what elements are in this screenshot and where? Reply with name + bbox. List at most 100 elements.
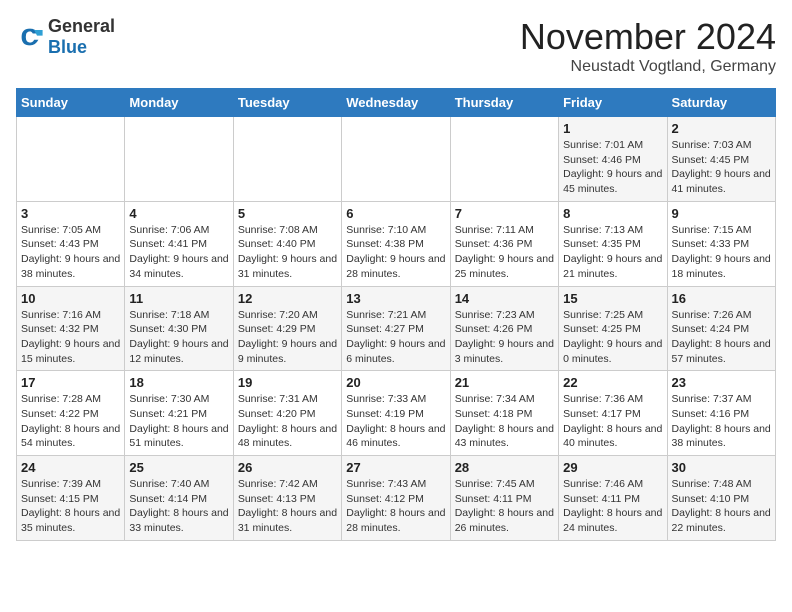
calendar-cell: [450, 117, 558, 202]
logo-blue: Blue: [48, 37, 87, 57]
calendar-cell: 29Sunrise: 7:46 AMSunset: 4:11 PMDayligh…: [559, 456, 667, 541]
day-info: Sunrise: 7:15 AMSunset: 4:33 PMDaylight:…: [672, 223, 771, 282]
calendar-cell: 26 Sunrise: 7:42 AMSunset: 4:13 PMDayligh…: [233, 456, 341, 541]
day-info: Sunrise: 7:01 AMSunset: 4:46 PMDaylight:…: [563, 138, 662, 197]
day-info: Sunrise: 7:48 AMSunset: 4:10 PMDaylight:…: [672, 477, 771, 536]
header-cell-tuesday: Tuesday: [233, 89, 341, 117]
header-cell-friday: Friday: [559, 89, 667, 117]
calendar-cell: 13 Sunrise: 7:21 AMSunset: 4:27 PMDayligh…: [342, 286, 450, 371]
week-row-1: 1 Sunrise: 7:01 AMSunset: 4:46 PMDaylight…: [17, 117, 776, 202]
day-number: 9: [672, 206, 771, 221]
title-area: November 2024 Neustadt Vogtland, Germany: [520, 16, 776, 76]
calendar-cell: 3Sunrise: 7:05 AMSunset: 4:43 PMDaylight…: [17, 201, 125, 286]
header-cell-sunday: Sunday: [17, 89, 125, 117]
day-number: 23: [672, 375, 771, 390]
day-number: 13: [346, 291, 445, 306]
day-number: 7: [455, 206, 554, 221]
week-row-5: 24 Sunrise: 7:39 AMSunset: 4:15 PMDayligh…: [17, 456, 776, 541]
calendar-cell: 20 Sunrise: 7:33 AMSunset: 4:19 PMDayligh…: [342, 371, 450, 456]
day-info: Sunrise: 7:36 AMSunset: 4:17 PMDaylight:…: [563, 392, 662, 451]
calendar-cell: 22 Sunrise: 7:36 AMSunset: 4:17 PMDayligh…: [559, 371, 667, 456]
day-info: Sunrise: 7:31 AMSunset: 4:20 PMDaylight:…: [238, 392, 337, 451]
calendar-cell: 4 Sunrise: 7:06 AMSunset: 4:41 PMDaylight…: [125, 201, 233, 286]
day-number: 21: [455, 375, 554, 390]
calendar-cell: 10 Sunrise: 7:16 AMSunset: 4:32 PMDayligh…: [17, 286, 125, 371]
day-info: Sunrise: 7:13 AMSunset: 4:35 PMDaylight:…: [563, 223, 662, 282]
day-info: Sunrise: 7:18 AMSunset: 4:30 PMDaylight:…: [129, 308, 228, 367]
calendar-cell: 17Sunrise: 7:28 AMSunset: 4:22 PMDayligh…: [17, 371, 125, 456]
day-info: Sunrise: 7:11 AMSunset: 4:36 PMDaylight:…: [455, 223, 554, 282]
day-number: 15: [563, 291, 662, 306]
calendar-cell: 25 Sunrise: 7:40 AMSunset: 4:14 PMDayligh…: [125, 456, 233, 541]
week-row-2: 3Sunrise: 7:05 AMSunset: 4:43 PMDaylight…: [17, 201, 776, 286]
logo-text: General Blue: [48, 16, 115, 58]
day-info: Sunrise: 7:34 AMSunset: 4:18 PMDaylight:…: [455, 392, 554, 451]
logo-general: General: [48, 16, 115, 36]
day-number: 26: [238, 460, 337, 475]
day-number: 3: [21, 206, 120, 221]
header-cell-saturday: Saturday: [667, 89, 775, 117]
day-number: 29: [563, 460, 662, 475]
calendar-cell: 15 Sunrise: 7:25 AMSunset: 4:25 PMDayligh…: [559, 286, 667, 371]
day-info: Sunrise: 7:30 AMSunset: 4:21 PMDaylight:…: [129, 392, 228, 451]
calendar-cell: 16 Sunrise: 7:26 AMSunset: 4:24 PMDayligh…: [667, 286, 775, 371]
day-info: Sunrise: 7:42 AMSunset: 4:13 PMDaylight:…: [238, 477, 337, 536]
week-row-3: 10 Sunrise: 7:16 AMSunset: 4:32 PMDayligh…: [17, 286, 776, 371]
calendar-cell: [17, 117, 125, 202]
day-number: 18: [129, 375, 228, 390]
day-number: 19: [238, 375, 337, 390]
calendar-table: SundayMondayTuesdayWednesdayThursdayFrid…: [16, 88, 776, 541]
logo-icon: [16, 23, 44, 51]
day-number: 1: [563, 121, 662, 136]
day-number: 16: [672, 291, 771, 306]
day-info: Sunrise: 7:21 AMSunset: 4:27 PMDaylight:…: [346, 308, 445, 367]
day-info: Sunrise: 7:40 AMSunset: 4:14 PMDaylight:…: [129, 477, 228, 536]
calendar-cell: 24 Sunrise: 7:39 AMSunset: 4:15 PMDayligh…: [17, 456, 125, 541]
day-number: 30: [672, 460, 771, 475]
day-number: 6: [346, 206, 445, 221]
day-info: Sunrise: 7:37 AMSunset: 4:16 PMDaylight:…: [672, 392, 771, 451]
day-number: 12: [238, 291, 337, 306]
calendar-cell: 23 Sunrise: 7:37 AMSunset: 4:16 PMDayligh…: [667, 371, 775, 456]
day-number: 20: [346, 375, 445, 390]
day-number: 14: [455, 291, 554, 306]
day-info: Sunrise: 7:25 AMSunset: 4:25 PMDaylight:…: [563, 308, 662, 367]
calendar-cell: 5 Sunrise: 7:08 AMSunset: 4:40 PMDaylight…: [233, 201, 341, 286]
day-number: 24: [21, 460, 120, 475]
day-info: Sunrise: 7:33 AMSunset: 4:19 PMDaylight:…: [346, 392, 445, 451]
calendar-cell: [342, 117, 450, 202]
day-info: Sunrise: 7:20 AMSunset: 4:29 PMDaylight:…: [238, 308, 337, 367]
calendar-cell: 8 Sunrise: 7:13 AMSunset: 4:35 PMDaylight…: [559, 201, 667, 286]
day-number: 8: [563, 206, 662, 221]
day-number: 4: [129, 206, 228, 221]
header-cell-wednesday: Wednesday: [342, 89, 450, 117]
day-number: 27: [346, 460, 445, 475]
header-cell-thursday: Thursday: [450, 89, 558, 117]
calendar-cell: 30 Sunrise: 7:48 AMSunset: 4:10 PMDayligh…: [667, 456, 775, 541]
day-info: Sunrise: 7:43 AMSunset: 4:12 PMDaylight:…: [346, 477, 445, 536]
week-row-4: 17Sunrise: 7:28 AMSunset: 4:22 PMDayligh…: [17, 371, 776, 456]
calendar-cell: 2 Sunrise: 7:03 AMSunset: 4:45 PMDaylight…: [667, 117, 775, 202]
day-number: 25: [129, 460, 228, 475]
day-info: Sunrise: 7:16 AMSunset: 4:32 PMDaylight:…: [21, 308, 120, 367]
logo: General Blue: [16, 16, 115, 58]
calendar-cell: 27 Sunrise: 7:43 AMSunset: 4:12 PMDayligh…: [342, 456, 450, 541]
day-info: Sunrise: 7:23 AMSunset: 4:26 PMDaylight:…: [455, 308, 554, 367]
day-info: Sunrise: 7:06 AMSunset: 4:41 PMDaylight:…: [129, 223, 228, 282]
day-number: 11: [129, 291, 228, 306]
day-number: 5: [238, 206, 337, 221]
calendar-cell: [233, 117, 341, 202]
day-number: 10: [21, 291, 120, 306]
day-info: Sunrise: 7:39 AMSunset: 4:15 PMDaylight:…: [21, 477, 120, 536]
main-title: November 2024: [520, 16, 776, 58]
day-info: Sunrise: 7:08 AMSunset: 4:40 PMDaylight:…: [238, 223, 337, 282]
day-info: Sunrise: 7:26 AMSunset: 4:24 PMDaylight:…: [672, 308, 771, 367]
day-number: 2: [672, 121, 771, 136]
day-number: 17: [21, 375, 120, 390]
day-info: Sunrise: 7:03 AMSunset: 4:45 PMDaylight:…: [672, 138, 771, 197]
day-number: 22: [563, 375, 662, 390]
calendar-cell: 28Sunrise: 7:45 AMSunset: 4:11 PMDayligh…: [450, 456, 558, 541]
calendar-cell: [125, 117, 233, 202]
day-info: Sunrise: 7:45 AMSunset: 4:11 PMDaylight:…: [455, 477, 554, 536]
day-info: Sunrise: 7:10 AMSunset: 4:38 PMDaylight:…: [346, 223, 445, 282]
